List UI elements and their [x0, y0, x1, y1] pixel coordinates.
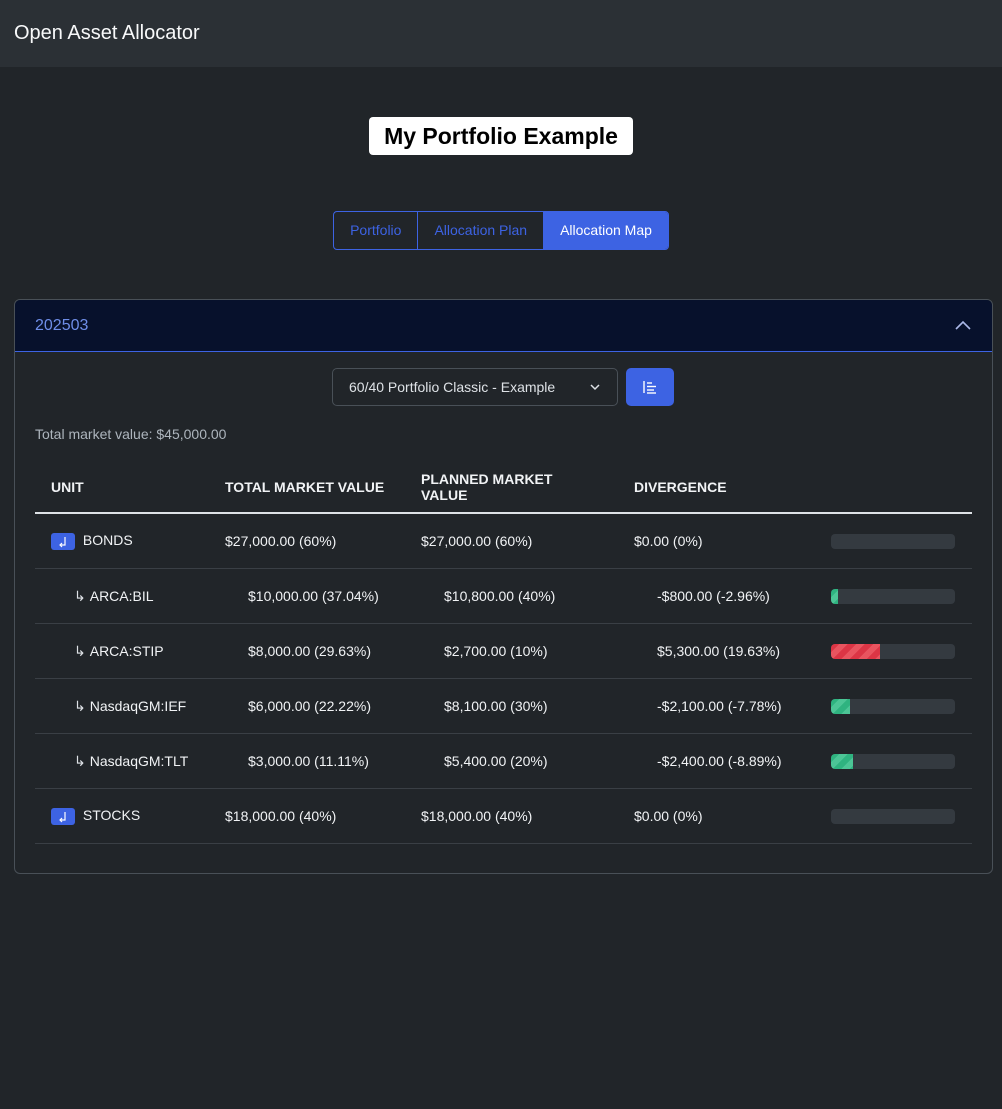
divergence-cell: $5,300.00 (19.63%) [618, 623, 815, 679]
table-row: STOCKS $18,000.00 (40%) $18,000.00 (40%)… [35, 788, 972, 844]
child-arrow-icon: ↳ [74, 697, 86, 714]
total-market-value-cell: $6,000.00 (22.22%) [209, 678, 405, 734]
divergence-bar-fill [831, 753, 854, 769]
chevron-up-icon [955, 320, 971, 330]
unit-name: STOCKS [82, 807, 141, 824]
return-arrow-icon [59, 811, 66, 823]
divergence-bar [831, 808, 955, 824]
child-arrow-icon: ↳ [74, 752, 86, 769]
child-arrow-icon: ↳ [74, 642, 86, 659]
allocation-plan-select[interactable]: 60/40 Portfolio Classic - Example [332, 368, 618, 406]
divergence-cell: -$800.00 (-2.96%) [618, 568, 815, 624]
view-tabs: Portfolio Allocation Plan Allocation Map [333, 211, 669, 250]
allocation-plan-select-value: 60/40 Portfolio Classic - Example [349, 379, 556, 395]
divergence-bar [831, 698, 955, 714]
unit-name: BONDS [82, 532, 133, 549]
divergence-cell: -$2,100.00 (-7.78%) [618, 678, 815, 734]
top-navbar: Open Asset Allocator [0, 0, 1002, 67]
divergence-bar-fill [831, 588, 839, 604]
return-arrow-icon [59, 536, 66, 548]
total-market-value-cell: $27,000.00 (60%) [209, 513, 405, 569]
divergence-bar [831, 533, 955, 549]
divergence-cell: $0.00 (0%) [618, 788, 815, 844]
divergence-bar-fill [831, 698, 851, 714]
divergence-cell: -$2,400.00 (-8.89%) [618, 733, 815, 789]
accordion-header[interactable]: 202503 [15, 300, 992, 352]
divergence-bar-fill [831, 643, 880, 659]
child-arrow-icon: ↳ [74, 587, 86, 604]
total-market-value: Total market value: $45,000.00 [35, 426, 227, 442]
divergence-bar [831, 643, 955, 659]
period-accordion: 202503 60/40 Portfolio Classic - Example… [14, 299, 993, 874]
header-divergence: DIVERGENCE [618, 462, 815, 514]
portfolio-title: My Portfolio Example [369, 117, 633, 155]
divergence-bar [831, 753, 955, 769]
planned-market-value-cell: $2,700.00 (10%) [405, 623, 618, 679]
chevron-down-icon [590, 384, 600, 391]
tab-allocation-map[interactable]: Allocation Map [543, 212, 668, 249]
collapse-group-button[interactable] [51, 532, 75, 550]
unit-name: ARCA:STIP [89, 642, 164, 659]
header-unit: UNIT [35, 462, 209, 514]
unit-name: NasdaqGM:IEF [89, 697, 187, 714]
total-market-value-cell: $8,000.00 (29.63%) [209, 623, 405, 679]
planned-market-value-cell: $10,800.00 (40%) [405, 568, 618, 624]
header-bar [815, 462, 972, 514]
app-title[interactable]: Open Asset Allocator [14, 22, 200, 45]
total-market-value-cell: $10,000.00 (37.04%) [209, 568, 405, 624]
table-row: ↳ NasdaqGM:TLT $3,000.00 (11.11%) $5,400.… [35, 733, 972, 789]
unit-name: NasdaqGM:TLT [89, 752, 189, 769]
sort-hierarchy-icon [643, 381, 656, 394]
tab-portfolio[interactable]: Portfolio [334, 212, 417, 249]
header-planned-market-value: PLANNED MARKET VALUE [405, 462, 618, 514]
total-market-value-cell: $3,000.00 (11.11%) [209, 733, 405, 789]
divergence-bar [831, 588, 955, 604]
unit-name: ARCA:BIL [89, 587, 154, 604]
planned-market-value-cell: $8,100.00 (30%) [405, 678, 618, 734]
allocation-table: UNIT TOTAL MARKET VALUE PLANNED MARKET V… [35, 462, 972, 844]
table-row: ↳ ARCA:STIP $8,000.00 (29.63%) $2,700.00 … [35, 623, 972, 679]
planned-market-value-cell: $18,000.00 (40%) [405, 788, 618, 844]
planned-market-value-cell: $5,400.00 (20%) [405, 733, 618, 789]
total-market-value-cell: $18,000.00 (40%) [209, 788, 405, 844]
planned-market-value-cell: $27,000.00 (60%) [405, 513, 618, 569]
table-row: ↳ NasdaqGM:IEF $6,000.00 (22.22%) $8,100.… [35, 678, 972, 734]
header-total-market-value: TOTAL MARKET VALUE [209, 462, 405, 514]
accordion-title: 202503 [35, 316, 89, 334]
collapse-group-button[interactable] [51, 807, 75, 825]
divergence-cell: $0.00 (0%) [618, 513, 815, 569]
table-row: ↳ ARCA:BIL $10,000.00 (37.04%) $10,800.00… [35, 568, 972, 624]
sort-button[interactable] [626, 368, 674, 406]
tab-allocation-plan[interactable]: Allocation Plan [417, 212, 543, 249]
table-row: BONDS $27,000.00 (60%) $27,000.00 (60%) … [35, 513, 972, 569]
